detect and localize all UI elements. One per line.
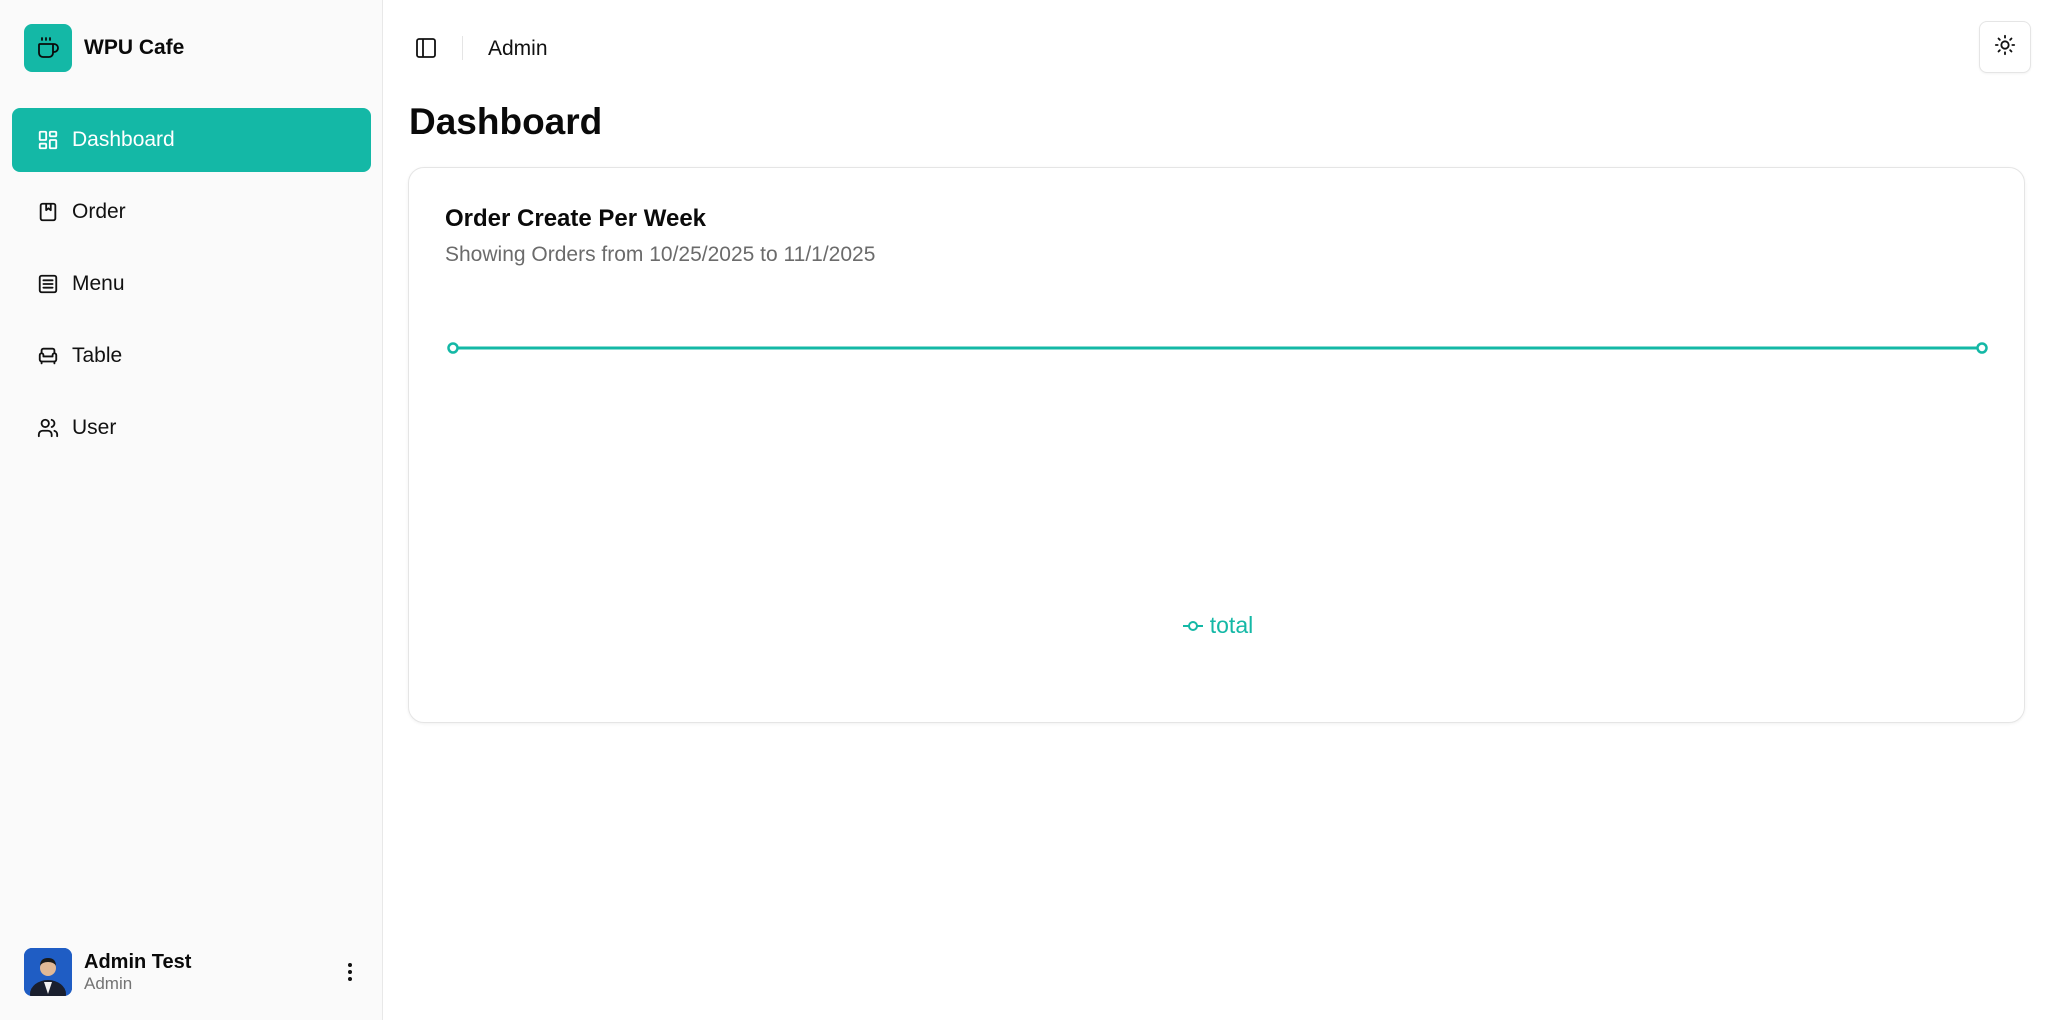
sidebar-item-label: Table (72, 344, 123, 367)
line-chart (447, 342, 1988, 354)
sidebar: WPU Cafe Dashboard Order Menu Table User… (0, 0, 383, 1020)
user-name: Admin Test (84, 951, 192, 973)
topbar: Admin (384, 0, 2047, 96)
user-profile[interactable]: Admin Test Admin (24, 948, 364, 996)
theme-toggle-button[interactable] (1979, 21, 2031, 73)
chart-legend[interactable]: total (409, 612, 2026, 639)
sun-icon (1994, 34, 2016, 61)
users-icon (36, 416, 60, 440)
sidebar-item-label: User (72, 416, 117, 439)
coffee-icon (24, 24, 72, 72)
armchair-icon (36, 344, 60, 368)
page-title: Dashboard (409, 101, 603, 142)
data-point[interactable] (447, 342, 459, 354)
sidebar-item-table[interactable]: Table (12, 324, 371, 388)
divider (462, 36, 463, 60)
brand-name: WPU Cafe (84, 36, 185, 59)
sidebar-item-label: Order (72, 200, 126, 223)
sidebar-item-label: Dashboard (72, 128, 175, 151)
sidebar-toggle-icon[interactable] (414, 36, 438, 60)
sidebar-item-order[interactable]: Order (12, 180, 371, 244)
brand[interactable]: WPU Cafe (24, 24, 184, 72)
sidebar-nav: Dashboard Order Menu Table User (12, 108, 371, 468)
bookmark-icon (36, 200, 60, 224)
user-role: Admin (84, 974, 133, 993)
avatar (24, 948, 72, 996)
sidebar-item-label: Menu (72, 272, 125, 295)
more-vertical-icon[interactable] (336, 958, 364, 986)
legend-item-total: total (1209, 612, 1254, 638)
sidebar-item-user[interactable]: User (12, 396, 371, 460)
sidebar-item-menu[interactable]: Menu (12, 252, 371, 316)
sidebar-item-dashboard[interactable]: Dashboard (12, 108, 371, 172)
dashboard-icon (36, 128, 60, 152)
legend-line-icon (1182, 620, 1203, 631)
data-point[interactable] (1976, 342, 1988, 354)
orders-chart-card: Order Create Per Week Showing Orders fro… (408, 167, 2025, 723)
breadcrumb: Admin (488, 37, 548, 60)
list-icon (36, 272, 60, 296)
